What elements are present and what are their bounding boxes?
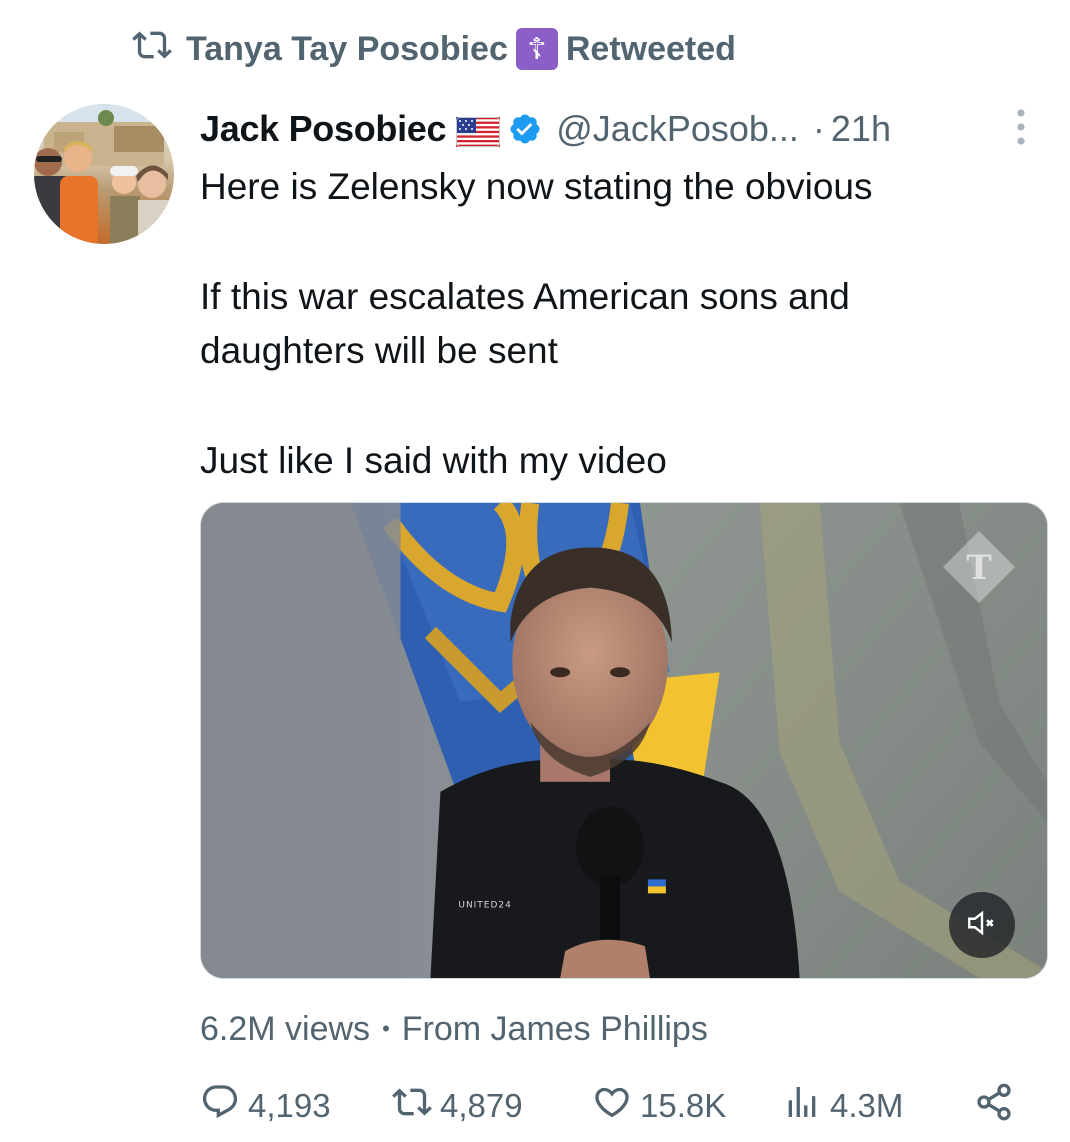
author-avatar[interactable] bbox=[34, 104, 174, 244]
video-player[interactable]: UNITED24 T bbox=[200, 502, 1048, 979]
volume-muted-icon bbox=[965, 906, 999, 945]
retweeter-name[interactable]: Tanya Tay Posobiec bbox=[186, 30, 508, 69]
retweet-icon bbox=[392, 1082, 432, 1130]
tweet-text: Here is Zelensky now stating the obvious… bbox=[200, 160, 1030, 488]
reply-count: 4,193 bbox=[248, 1087, 331, 1124]
meta-separator: • bbox=[382, 1016, 390, 1041]
tweet-card[interactable]: Tanya Tay Posobiec ☦ Retweeted Jack Poso… bbox=[0, 0, 1070, 1142]
reply-icon bbox=[200, 1082, 240, 1130]
tweet-text-line: If this war escalates American sons and … bbox=[200, 276, 850, 371]
tweet-header: Jack Posobiec @JackPosob... · 21h bbox=[200, 104, 1040, 154]
retweet-button[interactable]: 4,879 bbox=[392, 1082, 523, 1130]
telegraph-logo-icon: T bbox=[937, 525, 1021, 609]
retweet-icon bbox=[132, 25, 172, 74]
media-meta: 6.2M views • From James Phillips bbox=[200, 1006, 708, 1052]
reply-button[interactable]: 4,193 bbox=[200, 1082, 331, 1130]
shirt-text: UNITED24 bbox=[458, 900, 511, 910]
tweet-timestamp[interactable]: 21h bbox=[831, 108, 891, 150]
tweet-actions: 4,193 4,879 15.8K 4.3M bbox=[200, 1078, 1030, 1130]
tweet-text-line: Just like I said with my video bbox=[200, 440, 667, 481]
author-name[interactable]: Jack Posobiec bbox=[200, 108, 447, 150]
retweet-header: Tanya Tay Posobiec ☦ Retweeted bbox=[132, 26, 736, 72]
share-icon bbox=[974, 1082, 1014, 1130]
mute-toggle-button[interactable] bbox=[949, 892, 1015, 958]
svg-text:T: T bbox=[966, 548, 991, 588]
video-frame: UNITED24 bbox=[201, 503, 1047, 978]
retweet-count: 4,879 bbox=[440, 1087, 523, 1124]
author-handle[interactable]: @JackPosob... bbox=[556, 108, 799, 150]
tweet-text-line: Here is Zelensky now stating the obvious bbox=[200, 166, 873, 207]
verified-badge-icon[interactable] bbox=[508, 112, 542, 146]
views-button[interactable]: 4.3M bbox=[782, 1082, 903, 1130]
heart-icon bbox=[592, 1082, 632, 1130]
more-options-icon[interactable] bbox=[1006, 104, 1036, 150]
orthodox-cross-icon: ☦ bbox=[515, 28, 558, 70]
like-count: 15.8K bbox=[640, 1087, 727, 1124]
like-button[interactable]: 15.8K bbox=[592, 1082, 726, 1130]
separator-dot: · bbox=[812, 108, 825, 149]
analytics-icon bbox=[782, 1082, 822, 1130]
us-flag-icon bbox=[456, 114, 501, 147]
view-count: 6.2M views bbox=[200, 1009, 371, 1048]
views-count: 4.3M bbox=[830, 1087, 904, 1124]
share-button[interactable] bbox=[974, 1082, 1014, 1130]
retweeted-label: Retweeted bbox=[565, 29, 736, 68]
from-attribution[interactable]: From James Phillips bbox=[402, 1010, 708, 1049]
